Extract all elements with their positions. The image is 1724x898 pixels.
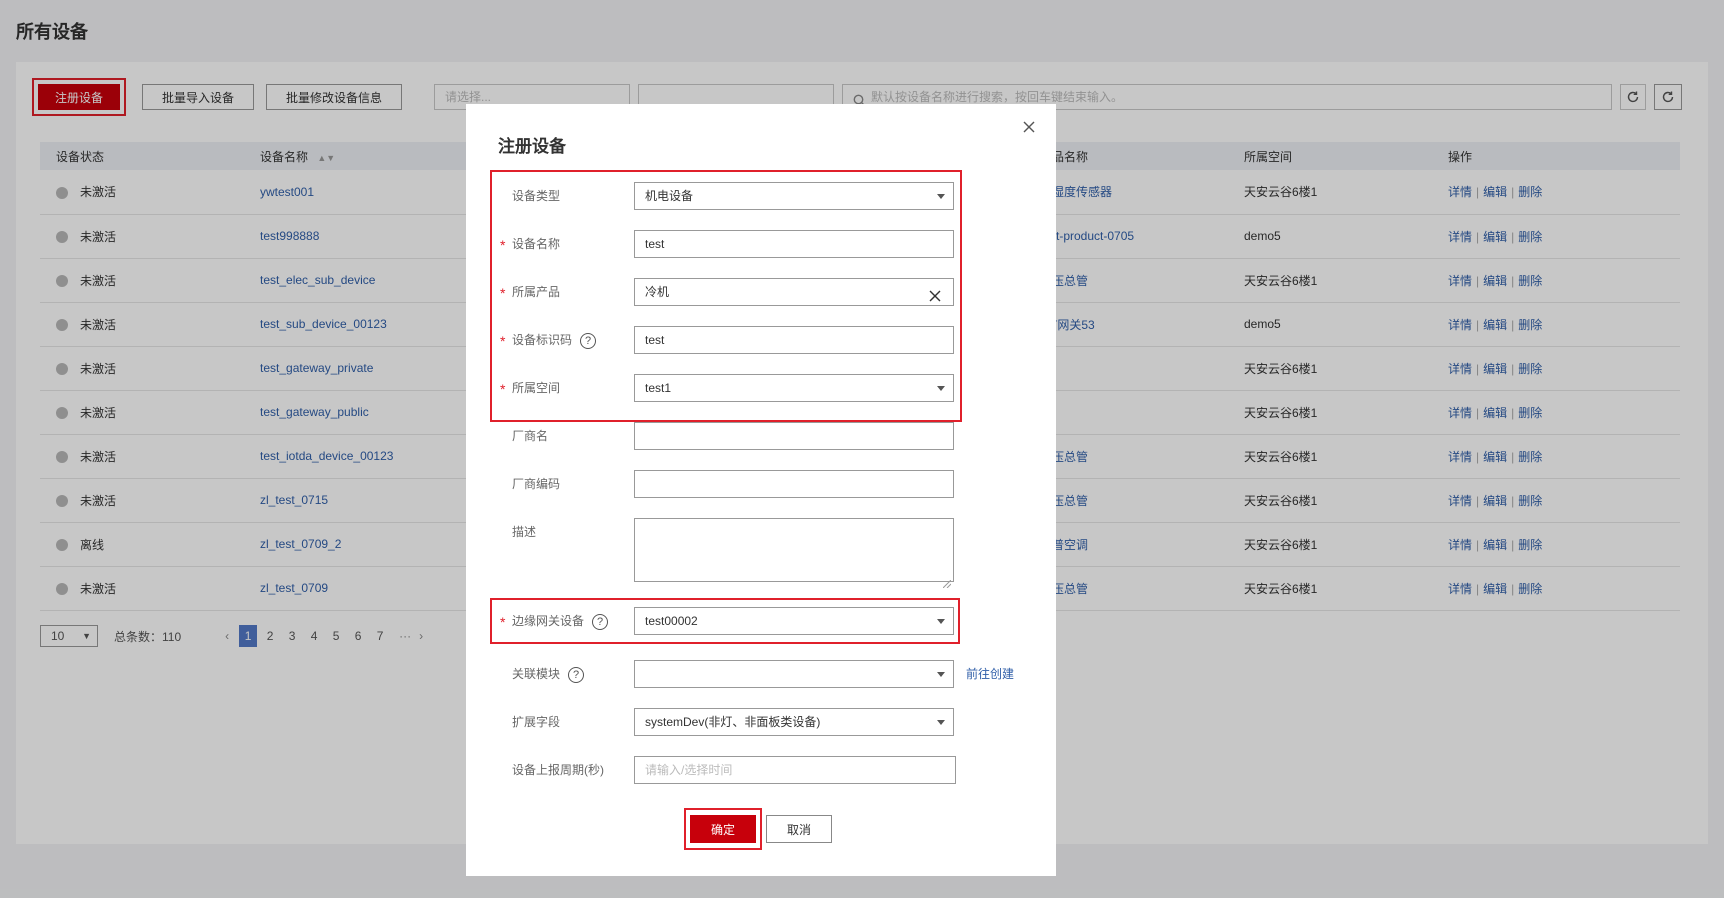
create-module-link[interactable]: 前往创建 [966,660,1014,688]
field-description: 描述 [498,518,1018,589]
extension-select[interactable]: systemDev(非灯、非面板类设备) [634,708,954,736]
field-device-name: * 设备名称 test [498,230,1018,258]
field-device-code: * 设备标识码? test [498,326,1018,354]
field-report-period: 设备上报周期(秒) 请输入/选择时间 [498,756,1018,784]
resize-handle-icon[interactable] [942,571,952,589]
register-device-dialog: 注册设备 设备类型 机电设备 * 设备名称 test * 所属产品 冷机 * 设备标识… [466,104,1056,876]
space-select[interactable]: test1 [634,374,954,402]
field-product: * 所属产品 冷机 [498,278,1018,306]
device-name-input[interactable]: test [634,230,954,258]
field-device-type: 设备类型 机电设备 [498,182,1018,210]
chevron-down-icon [937,619,945,624]
device-code-input[interactable]: test [634,326,954,354]
cancel-button[interactable]: 取消 [766,815,832,843]
help-icon[interactable]: ? [592,613,609,630]
close-icon[interactable] [1022,120,1038,136]
module-select[interactable] [634,660,954,688]
field-vendor-code: 厂商编码 [498,470,1018,498]
clear-icon[interactable] [929,285,943,302]
field-module: 关联模块? 前往创建 [498,660,1018,688]
help-icon[interactable]: ? [568,666,585,683]
field-space: * 所属空间 test1 [498,374,1018,402]
product-select[interactable]: 冷机 [634,278,954,306]
chevron-down-icon [937,194,945,199]
vendor-name-input[interactable] [634,422,954,450]
chevron-down-icon [937,720,945,725]
field-vendor-name: 厂商名 [498,422,1018,450]
help-icon[interactable]: ? [580,332,597,349]
confirm-button[interactable]: 确定 [690,815,756,843]
report-period-input[interactable]: 请输入/选择时间 [634,756,956,784]
vendor-code-input[interactable] [634,470,954,498]
field-edge-gateway: * 边缘网关设备? test00002 [498,607,1018,635]
description-textarea[interactable] [634,518,954,589]
field-extension: 扩展字段 systemDev(非灯、非面板类设备) [498,708,1018,736]
device-type-select[interactable]: 机电设备 [634,182,954,210]
chevron-down-icon [937,386,945,391]
edge-gateway-select[interactable]: test00002 [634,607,954,635]
chevron-down-icon [937,672,945,677]
dialog-title: 注册设备 [498,137,566,156]
